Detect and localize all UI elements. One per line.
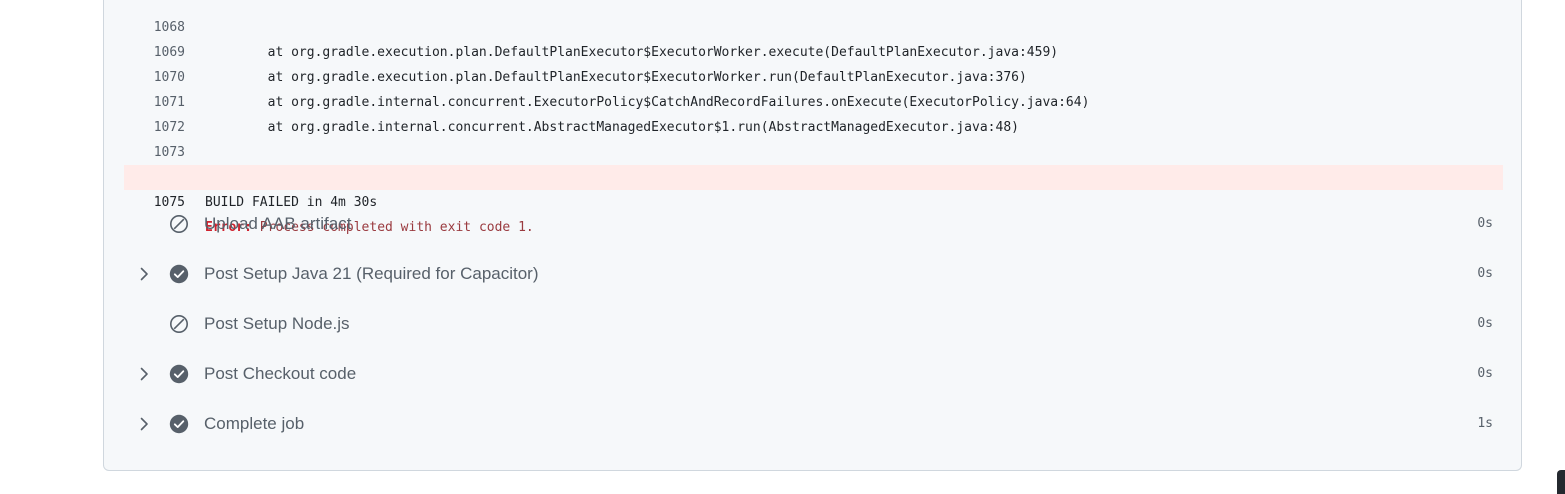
chevron-right-icon[interactable] [135, 415, 153, 433]
check-circle-icon [169, 264, 189, 284]
chevron-right-icon[interactable] [135, 365, 153, 383]
log-output: 1068 at org.gradle.execution.plan.Defaul… [124, 0, 1503, 235]
step-name: Post Setup Java 21 (Required for Capacit… [204, 264, 539, 283]
log-line: 1069 at org.gradle.execution.plan.Defaul… [124, 15, 1503, 85]
skipped-icon [169, 314, 189, 334]
log-line: 1068 at org.gradle.execution.plan.Defaul… [124, 0, 1503, 60]
step-duration: 0s [1477, 316, 1493, 331]
step-name: Post Setup Node.js [204, 314, 350, 333]
chevron-right-icon[interactable] [135, 265, 153, 283]
log-line: 1073 [124, 115, 1503, 160]
job-step-upload-aab-artifact[interactable]: Upload AAB artifact 0s [104, 199, 1523, 249]
job-log-panel: 1068 at org.gradle.execution.plan.Defaul… [103, 0, 1522, 471]
job-step-post-setup-node[interactable]: Post Setup Node.js 0s [104, 299, 1523, 349]
step-name: Complete job [204, 414, 305, 433]
check-circle-icon [169, 414, 189, 434]
step-duration: 0s [1477, 266, 1493, 281]
log-line: 1072 [124, 90, 1503, 135]
check-circle-icon [169, 364, 189, 384]
log-line: 1074 BUILD FAILED in 4m 30s [124, 140, 1503, 210]
job-step-post-checkout-code[interactable]: Post Checkout code 0s [104, 349, 1523, 399]
step-duration: 0s [1477, 366, 1493, 381]
step-duration: 1s [1477, 416, 1493, 431]
log-line: 1070 at org.gradle.internal.concurrent.E… [124, 40, 1503, 110]
job-step-complete-job[interactable]: Complete job 1s [104, 399, 1523, 449]
error-log-line: 1075 Error: Process completed with exit … [124, 165, 1503, 235]
log-line: 1071 at org.gradle.internal.concurrent.A… [124, 65, 1503, 135]
step-duration: 0s [1477, 216, 1493, 231]
skipped-icon [169, 214, 189, 234]
step-name: Upload AAB artifact [204, 214, 352, 233]
step-name: Post Checkout code [204, 364, 357, 383]
job-steps-list: Upload AAB artifact 0s Post Setup Java 2… [104, 199, 1523, 449]
job-step-post-setup-java[interactable]: Post Setup Java 21 (Required for Capacit… [104, 249, 1523, 299]
scroll-handle[interactable] [1557, 470, 1565, 494]
